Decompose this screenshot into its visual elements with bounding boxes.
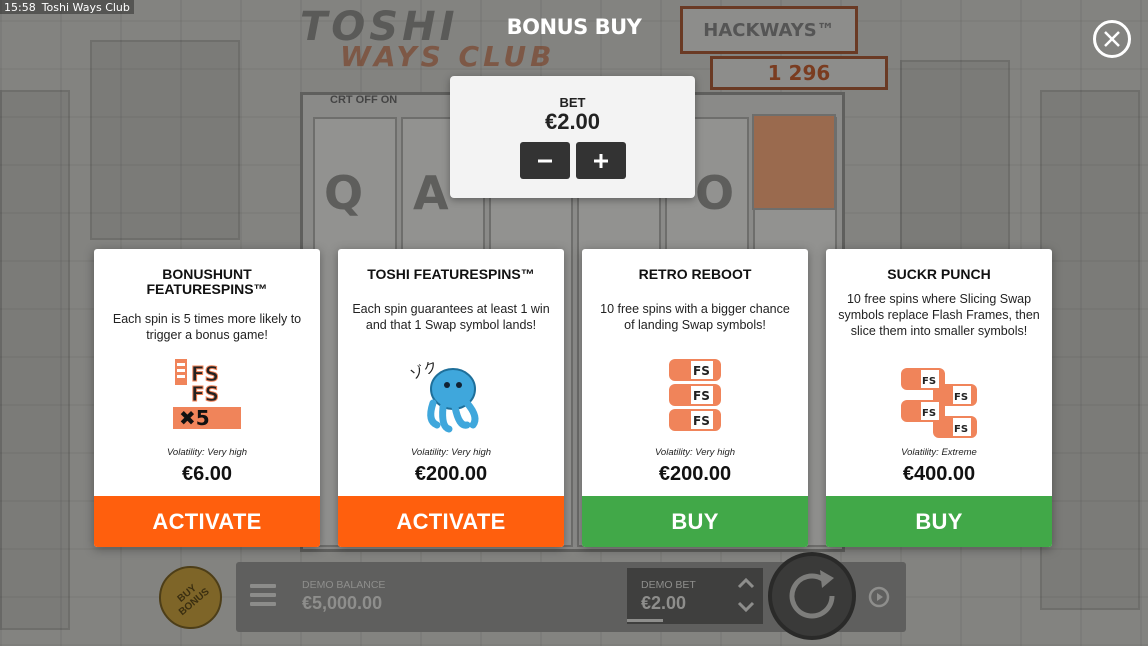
svg-text:FS: FS (693, 414, 710, 428)
offer-title: TOSHI FEATURESPINS™ (367, 266, 535, 282)
offer-volatility: Volatility: Very high (654, 447, 736, 458)
svg-text:FS: FS (922, 376, 936, 387)
offer-card-bonushunt: BONUSHUNT FEATURESPINS™ Each spin is 5 t… (94, 249, 320, 547)
reel-symbol-q: Q (324, 166, 364, 220)
reel-symbol-o: O (695, 166, 735, 220)
offer-price: €6.00 (181, 463, 233, 485)
buy-button[interactable]: BUY (826, 496, 1052, 547)
balance-value: €5,000.00 (302, 593, 383, 613)
offer-volatility: Volatility: Very high (410, 447, 492, 458)
offer-price: €200.00 (658, 463, 732, 485)
bet-decrease-button[interactable] (520, 142, 570, 179)
minus-icon (538, 159, 552, 162)
offer-image: FS FS FS FS (826, 361, 1052, 445)
activate-button[interactable]: ACTIVATE (94, 496, 320, 547)
svg-text:FS: FS (191, 382, 219, 406)
chevron-down-icon[interactable] (736, 600, 756, 614)
offer-image: FS FS FS (582, 353, 808, 437)
offer-card-retro-reboot: RETRO REBOOT 10 free spins with a bigger… (582, 249, 808, 547)
bg-building-far-right (1040, 90, 1140, 610)
bet-increase-button[interactable] (576, 142, 626, 179)
offer-title: SUCKR PUNCH (887, 266, 991, 282)
svg-text:FS: FS (693, 364, 710, 378)
demo-bet-label: DEMO BET (641, 579, 696, 591)
offer-volatility: Volatility: Very high (166, 447, 248, 458)
offer-card-suckr-punch: SUCKR PUNCH 10 free spins where Slicing … (826, 249, 1052, 547)
buy-bonus-label: BUY BONUS (175, 582, 212, 618)
plus-icon (594, 153, 608, 168)
svg-text:FS: FS (954, 424, 968, 435)
bet-label: BET (559, 95, 586, 110)
buy-button[interactable]: BUY (582, 496, 808, 547)
offer-description: Each spin guarantees at least 1 win and … (352, 302, 550, 332)
close-button[interactable] (1093, 20, 1131, 58)
spin-arrow-icon (789, 570, 835, 619)
bg-building-left (0, 90, 70, 630)
offer-title: RETRO REBOOT (638, 266, 752, 282)
clock: 15:58 (4, 0, 36, 14)
hackways-count-box: 1 296 (710, 56, 888, 90)
stacked-fs-icon: FS FS FS (669, 359, 721, 431)
offer-price: €400.00 (902, 463, 976, 485)
octopus-icon: ゾク (409, 359, 479, 433)
hackways-count: 1 296 (767, 61, 831, 85)
sliced-fs-icon: FS FS FS FS (901, 368, 977, 438)
chevron-up-icon[interactable] (736, 576, 756, 590)
offer-image: FS FS ✖5 (94, 353, 320, 437)
fs-x5-icon: FS FS ✖5 (173, 359, 241, 430)
bet-value: €2.00 (544, 109, 601, 134)
close-icon (1104, 31, 1120, 47)
crt-toggle: CRT OFF ON (330, 94, 398, 106)
offer-description: 10 free spins where Slicing Swap symbols… (838, 292, 1040, 338)
offer-description: Each spin is 5 times more likely to trig… (112, 312, 302, 342)
offer-volatility: Volatility: Extreme (901, 447, 977, 458)
svg-text:FS: FS (954, 392, 968, 403)
window-title: Toshi Ways Club (41, 0, 130, 14)
offer-price: €200.00 (414, 463, 488, 485)
hamburger-menu-icon[interactable] (250, 584, 276, 606)
offer-description: 10 free spins with a bigger chance of la… (600, 302, 790, 332)
reel-symbol-a: A (413, 166, 449, 220)
spin-button[interactable] (768, 552, 856, 640)
svg-text:FS: FS (693, 389, 710, 403)
bet-panel: BET €2.00 (450, 76, 695, 198)
offer-image: ゾク (338, 353, 564, 437)
modal-title: BONUS BUY (506, 15, 642, 39)
bg-building-sign (90, 40, 240, 240)
svg-text:✖5: ✖5 (179, 406, 210, 430)
autoplay-icon[interactable] (866, 584, 892, 610)
balance-label: DEMO BALANCE (302, 579, 386, 591)
dragon-symbol (752, 114, 836, 210)
activate-button[interactable]: ACTIVATE (338, 496, 564, 547)
window-title-bar: 15:58 Toshi Ways Club (0, 0, 134, 14)
demo-bet-value: €2.00 (641, 593, 687, 613)
svg-text:FS: FS (922, 408, 936, 419)
bet-level-indicator (627, 619, 663, 622)
offer-card-toshi-featurespins: TOSHI FEATURESPINS™ Each spin guarantees… (338, 249, 564, 547)
offer-title: BONUSHUNT FEATURESPINS™ (146, 266, 268, 297)
